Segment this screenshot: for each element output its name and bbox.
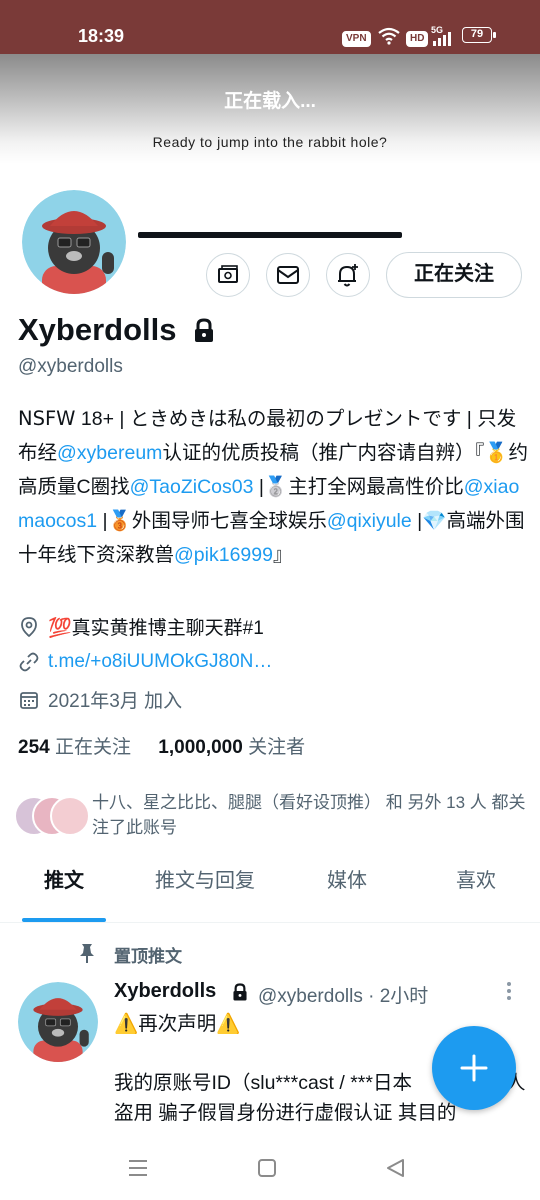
mail-icon: [277, 266, 299, 284]
tweet-text-line: ⚠️再次声明⚠️: [114, 1013, 241, 1035]
wifi-icon: [378, 27, 400, 45]
display-name-text: Xyberdolls: [18, 312, 177, 347]
bio-text: 』: [272, 544, 293, 566]
tweet-author-name[interactable]: Xyberdolls: [114, 980, 216, 1003]
website-row: t.me/+o8iUUMOkGJ80N…: [18, 651, 272, 673]
followers-you-know[interactable]: 十八、星之比比、腿腿（看好设顶推） 和 另外 13 人 都关注了此账号: [92, 790, 528, 840]
status-bar: 18:39 VPN HD 5G 79: [0, 0, 540, 54]
display-name: Xyberdolls: [18, 312, 177, 348]
followers-count: 1,000,000: [158, 737, 243, 758]
bio-mention-link[interactable]: @pik16999: [174, 544, 273, 566]
notifications-button[interactable]: [326, 253, 370, 297]
compose-button[interactable]: [432, 1026, 516, 1110]
battery-tip: [493, 32, 496, 38]
bio: 𝖭𝖲𝖥𝖶 18+ | ときめきは私の最初のプレゼントです | 只发布经@xybe…: [18, 402, 528, 572]
status-time: 18:39: [78, 26, 125, 46]
calendar-icon: [20, 691, 38, 709]
bio-mention-link[interactable]: @TaoZiCos03: [130, 476, 254, 498]
tab-media[interactable]: 媒体: [282, 864, 412, 893]
tweet-meta: @xyberdolls · 2小时: [258, 986, 429, 1007]
tweet-text-line: 盗用 骗子假冒身份进行虚假认证 其目的: [114, 1102, 457, 1124]
back-icon[interactable]: [384, 1158, 406, 1178]
following-button[interactable]: 正在关注: [386, 252, 522, 298]
notification-add-icon: [338, 264, 358, 287]
following-label: 正在关注: [54, 737, 131, 758]
location-text: 💯真实黄推博主聊天群#1: [48, 618, 264, 639]
compose-icon: [460, 1054, 488, 1082]
bio-mention-link[interactable]: @xybereum: [57, 442, 162, 464]
location-row: 💯真实黄推博主聊天群#1: [18, 613, 264, 640]
name-underline: [138, 232, 402, 238]
tab-tweets-replies[interactable]: 推文与回复: [128, 864, 282, 893]
bio-text: |🥉外围导师七喜全球娱乐: [97, 510, 327, 532]
message-button[interactable]: [266, 253, 310, 297]
menu-icon[interactable]: [126, 1158, 150, 1178]
mutual-avatar: [50, 796, 90, 836]
pin-icon: [80, 944, 94, 963]
bio-mention-link[interactable]: @qixiyule: [327, 510, 412, 532]
bio-text: |🥈主打全网最高性价比: [253, 476, 464, 498]
followers-label: 关注者: [248, 737, 306, 758]
system-nav-bar: [0, 1138, 540, 1200]
joined-row: 2021年3月 加入: [18, 686, 182, 713]
tweet-avatar[interactable]: [18, 982, 98, 1062]
tab-tweets[interactable]: 推文: [0, 864, 128, 893]
handle: @xyberdolls: [18, 356, 123, 377]
loading-text: 正在载入...: [224, 91, 316, 112]
more-icon[interactable]: [504, 980, 514, 1002]
battery-icon: 79: [462, 27, 492, 43]
lock-icon: [195, 318, 213, 342]
followers-count-link[interactable]: 1,000,000 关注者: [158, 737, 305, 758]
tweet-text-line: 我的原账号ID（slu***cast / ***日本: [114, 1072, 412, 1094]
divider: [0, 922, 540, 923]
tip-jar-button[interactable]: [206, 253, 250, 297]
signal-icon: [433, 32, 451, 46]
hd-icon: HD: [406, 28, 429, 47]
tip-jar-icon: [218, 265, 238, 283]
avatar[interactable]: [22, 190, 126, 294]
vpn-icon: VPN: [342, 28, 371, 47]
link-icon: [19, 652, 39, 672]
website-link[interactable]: t.me/+o8iUUMOkGJ80N…: [48, 651, 272, 673]
lock-icon: [233, 983, 247, 1001]
follow-counts: 254 正在关注 1,000,000 关注者: [18, 732, 305, 759]
location-icon: [21, 616, 37, 637]
banner-tagline: Ready to jump into the rabbit hole?: [152, 134, 388, 150]
home-icon[interactable]: [257, 1158, 277, 1178]
following-count-link[interactable]: 254 正在关注: [18, 737, 131, 758]
tab-likes[interactable]: 喜欢: [412, 864, 540, 893]
pinned-label: 置顶推文: [114, 947, 182, 966]
joined-text: 2021年3月 加入: [48, 691, 183, 712]
following-count: 254: [18, 737, 50, 758]
